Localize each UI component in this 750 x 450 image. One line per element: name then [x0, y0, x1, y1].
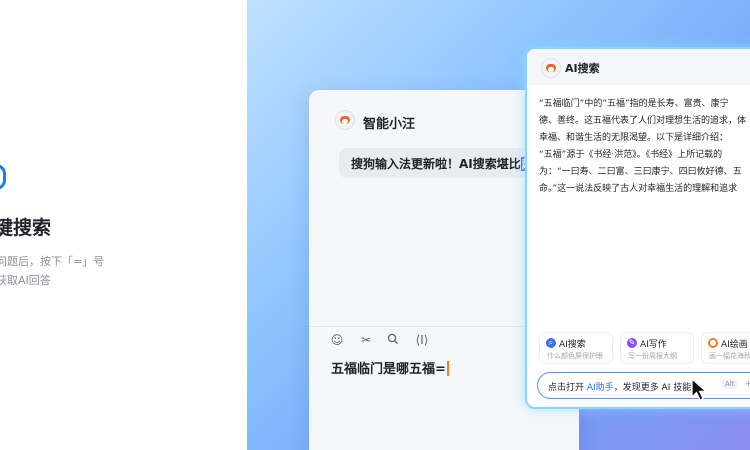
dog-avatar-icon	[541, 58, 561, 78]
demo-pane: 智能小汪 搜狗输入法更新啦！AI搜索堪比超 ☺ ✂ ⟨I⟩ 五福临门是哪五福= …	[247, 0, 750, 450]
answer-line: “五福临门”中的“五福”指的是长寿、富贵、康宁	[539, 99, 729, 109]
skill-label: AI绘画	[721, 340, 748, 350]
ai-search-panel: AI搜索 “五福临门”中的“五福”指的是长寿、富贵、康宁 德、善终。这五福代表了…	[525, 47, 750, 409]
answer-line: 为：“一曰寿、二曰富、三曰康宁、四曰攸好德、五	[539, 167, 742, 177]
prompt-prefix: 点击打开	[548, 383, 587, 393]
search-icon: ⌕	[546, 338, 556, 348]
chat-message-text: 搜狗输入法更新啦！AI搜索堪比	[351, 157, 521, 171]
scissors-icon[interactable]: ✂	[358, 333, 374, 347]
answer-line: 幸福、和谐生活的无限渴望。以下是详细介绍：	[539, 133, 729, 143]
mouse-pointer-icon	[691, 378, 708, 401]
skill-desc: 什么颜色屏保护眼	[547, 352, 603, 360]
dog-avatar-icon	[335, 110, 355, 130]
skill-label: AI写作	[640, 340, 667, 350]
ai-answer-paragraph-1: “五福临门”中的“五福”指的是长寿、富贵、康宁 德、善终。这五福代表了人们对理想…	[539, 96, 750, 147]
answer-line: 德、善终。这五福代表了人们对理想生活的追求，体	[539, 116, 747, 126]
emoji-icon[interactable]: ☺	[329, 333, 345, 347]
ai-assistant-prompt[interactable]: 点击打开 AI助手，发现更多 AI 技能 Alt +	[537, 372, 750, 399]
intro-title: 键搜索	[0, 217, 52, 239]
answer-line: 命。”这一说法反映了古人对幸福生活的理解和追求	[539, 184, 738, 194]
intro-desc-line2: 获取AI回答	[0, 274, 51, 287]
answer-line: “五福”源于《书经·洪范》。《书经》上所记载的	[539, 150, 723, 160]
text-cursor-icon[interactable]: ⟨I⟩	[414, 333, 430, 347]
chat-contact-name: 智能小汪	[363, 117, 416, 132]
prompt-suffix: ，发现更多 AI 技能	[613, 383, 692, 393]
chat-input-text: 五福临门是哪五福=	[331, 362, 446, 377]
palette-icon: ●	[708, 338, 718, 348]
ai-answer-paragraph-2: “五福”源于《书经·洪范》。《书经》上所记载的 为：“一曰寿、二曰富、三曰康宁、…	[539, 147, 750, 198]
search-feature-icon	[0, 164, 6, 190]
shortcut-plus: +	[745, 379, 750, 388]
intro-pane: 键搜索 问题后，按下「=」号 获取AI回答	[0, 0, 247, 450]
text-caret	[446, 361, 449, 376]
skill-desc: 写一份周报大纲	[628, 352, 677, 360]
skill-ai-painting[interactable]: ● AI绘画 画一幅花海秋	[701, 332, 750, 364]
skill-label: AI搜索	[559, 340, 586, 350]
skill-ai-writing[interactable]: ✎ AI写作 写一份周报大纲	[620, 332, 694, 364]
ai-prompt-text: 点击打开 AI助手，发现更多 AI 技能	[548, 380, 691, 393]
skill-ai-search[interactable]: ⌕ AI搜索 什么颜色屏保护眼	[539, 332, 613, 364]
search-icon[interactable]	[385, 333, 401, 348]
ai-assistant-link[interactable]: AI助手	[587, 383, 614, 393]
chat-input-field[interactable]: 五福临门是哪五福=	[331, 358, 449, 377]
pen-icon: ✎	[627, 338, 637, 348]
intro-desc-line1: 问题后，按下「=」号	[0, 255, 105, 268]
shortcut-key: Alt	[722, 379, 738, 389]
ai-panel-title: AI搜索	[565, 62, 600, 75]
skill-desc: 画一幅花海秋	[709, 352, 750, 360]
